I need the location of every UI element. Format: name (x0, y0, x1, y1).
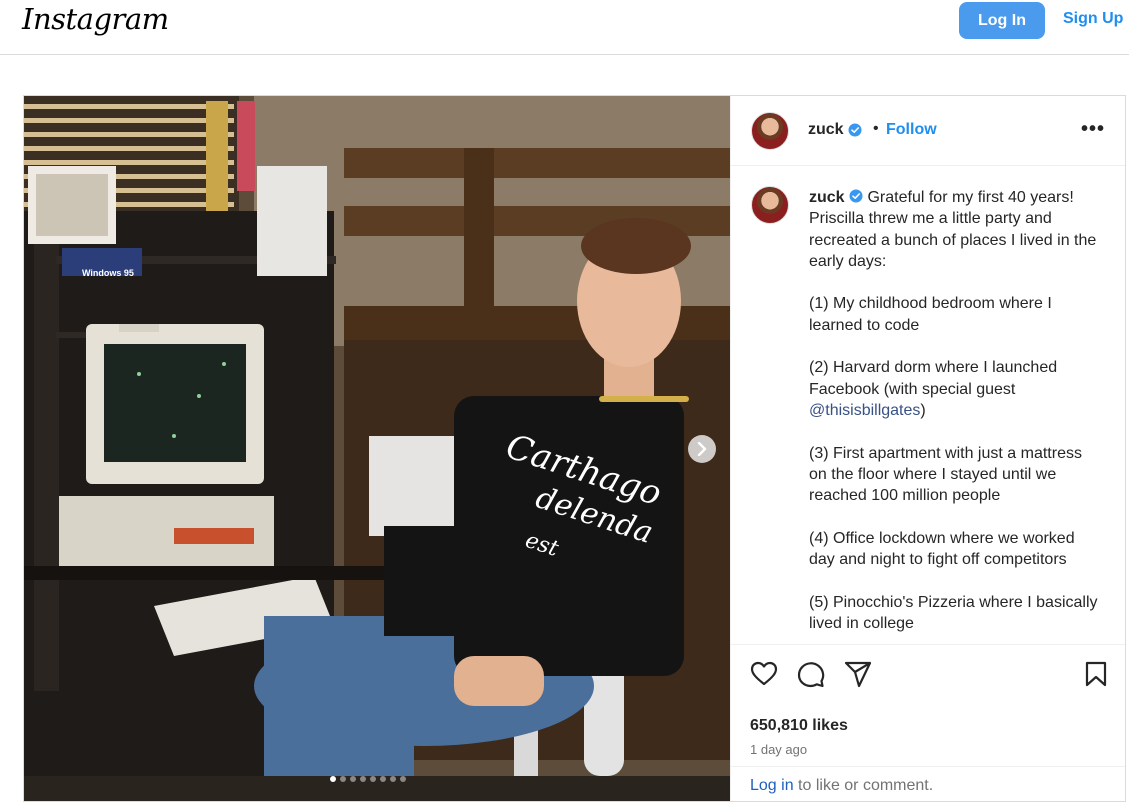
login-prompt-suffix: to like or comment. (793, 777, 934, 794)
carousel-dot (370, 776, 376, 782)
login-prompt-text: Log in to like or comment. (750, 777, 933, 795)
follow-button[interactable]: Follow (886, 121, 937, 139)
post-media[interactable]: Windows 95 Carthago delenda est (24, 96, 730, 801)
verified-badge-icon (848, 123, 862, 137)
windows-box-label: Windows 95 (82, 268, 134, 278)
username-text[interactable]: zuck (808, 121, 844, 139)
verified-badge-icon (849, 189, 863, 203)
carousel-dot (330, 776, 336, 782)
carousel-dot (360, 776, 366, 782)
post-side-panel: zuck • Follow ••• zuck Grateful for my f… (730, 96, 1125, 801)
caption-scroll-area[interactable]: zuck Grateful for my first 40 years! Pri… (731, 167, 1125, 644)
post-header: zuck • Follow ••• (731, 96, 1125, 166)
login-link[interactable]: Log in (750, 777, 794, 794)
chevron-right-icon (697, 442, 707, 456)
caption-paragraph: (2) Harvard dorm where I launched Facebo… (809, 357, 1099, 421)
login-button[interactable]: Log In (959, 2, 1045, 39)
carousel-indicator (330, 776, 406, 782)
post-card: Windows 95 Carthago delenda est zuck • F… (23, 95, 1126, 802)
caption-paragraph: zuck Grateful for my first 40 years! Pri… (809, 187, 1099, 272)
post-caption: zuck Grateful for my first 40 years! Pri… (809, 187, 1099, 644)
caption-paragraph: (3) First apartment with just a mattress… (809, 444, 1082, 505)
mention-link[interactable]: @thisisbillgates (809, 402, 920, 419)
caption-paragraph: (5) Pinocchio's Pizzeria where I basical… (809, 593, 1098, 632)
signup-link[interactable]: Sign Up (1063, 10, 1123, 28)
heart-icon[interactable] (749, 659, 779, 689)
post-timestamp[interactable]: 1 day ago (750, 742, 807, 757)
post-photo: Windows 95 Carthago delenda est (24, 96, 730, 801)
caption-text: ) (920, 401, 926, 419)
comment-icon[interactable] (796, 659, 826, 689)
caption-paragraph: (4) Office lockdown where we worked day … (809, 529, 1075, 569)
likes-count[interactable]: 650,810 likes (750, 717, 848, 735)
carousel-dot (380, 776, 386, 782)
login-prompt: Log in to like or comment. (731, 766, 1125, 802)
carousel-dot (400, 776, 406, 782)
carousel-next-button[interactable] (688, 435, 716, 463)
post-actions: 650,810 likes 1 day ago Log in to like o… (731, 644, 1125, 801)
instagram-logo[interactable]: Instagram (22, 2, 169, 36)
more-options-button[interactable]: ••• (1081, 118, 1105, 141)
bookmark-icon[interactable] (1081, 659, 1111, 689)
top-navigation-bar: Instagram Log In Sign Up (0, 0, 1129, 55)
caption-username[interactable]: zuck (809, 189, 845, 206)
carousel-dot (390, 776, 396, 782)
author-avatar[interactable] (751, 112, 789, 150)
header-separator: • (873, 120, 879, 137)
paper-plane-icon[interactable] (843, 659, 873, 689)
caption-paragraph: (1) My childhood bedroom where I learned… (809, 295, 1052, 334)
carousel-dot (350, 776, 356, 782)
carousel-dot (340, 776, 346, 782)
caption-text: (2) Harvard dorm where I launched Facebo… (809, 359, 1058, 398)
caption-author-avatar[interactable] (751, 186, 789, 224)
author-username[interactable]: zuck (808, 121, 862, 139)
